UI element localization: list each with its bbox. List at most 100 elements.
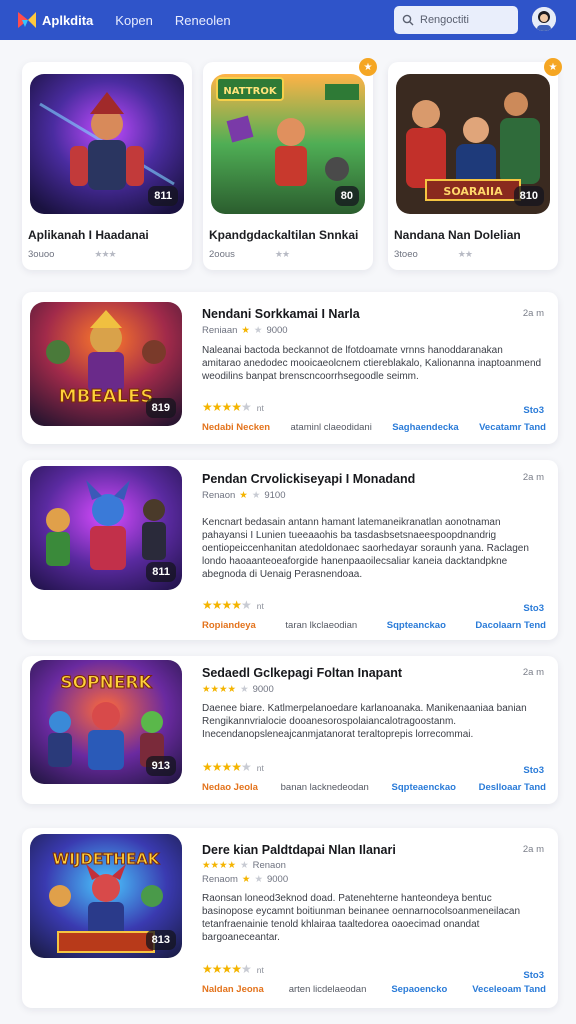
search-input[interactable]: Rengoctiti xyxy=(394,6,518,34)
game-title: Pendan Crvolickiseyapi I Monadand xyxy=(202,472,416,486)
time-ago: 2a m xyxy=(522,308,544,319)
card-meta: 2oous xyxy=(209,249,235,260)
tag-link[interactable]: Sqpteanckao xyxy=(387,620,446,631)
search-placeholder: Rengoctiti xyxy=(420,14,469,26)
game-thumbnail: 811 xyxy=(30,466,182,590)
hot-badge-icon: ★ xyxy=(544,58,562,76)
time-ago: 2a m xyxy=(522,472,544,483)
user-avatar[interactable] xyxy=(532,7,556,31)
app-logo-icon[interactable] xyxy=(16,9,38,31)
art-title-text: SOARAIIA xyxy=(443,185,503,198)
card-title: Aplikanah I Haadanai xyxy=(28,228,149,242)
action-link[interactable]: Veceleoam Tand xyxy=(472,984,546,995)
game-list-item[interactable]: WIJDETHEAK 813 Dere kian Paldtdapai Nlan… xyxy=(22,828,558,1008)
meta-number: 9000 xyxy=(266,874,289,885)
star-icon: ★ xyxy=(239,490,248,501)
featured-card[interactable]: NATTROK 80 ★ Kpandgdackaltilan Snnkai 2o… xyxy=(203,58,377,270)
stat-value: Sto3 xyxy=(523,765,544,776)
card-title: Kpandgdackaltilan Snnkai xyxy=(209,228,359,242)
star-icon: ★ xyxy=(254,874,263,885)
category-text: ataminl claeodidani xyxy=(290,422,372,433)
meta-label: Renaon xyxy=(252,860,286,871)
action-link[interactable]: Dacolaarn Tend xyxy=(475,620,546,631)
category-text: banan lacknedeodan xyxy=(280,782,369,793)
game-description: Raonsan loneod3eknod doad. Patenehterne … xyxy=(202,893,521,943)
nav-link-reneolen[interactable]: Reneolen xyxy=(175,13,231,28)
category-text: taran lkclaeodian xyxy=(285,620,358,631)
rating-badge: 813 xyxy=(145,930,176,950)
game-thumbnail: NATTROK 80 xyxy=(211,74,365,214)
stat-value: Sto3 xyxy=(523,603,544,614)
developer-link[interactable]: Nedabi Necken xyxy=(202,422,270,433)
game-description: Daenee biare. Katlmerpelanoedare karlano… xyxy=(202,703,527,740)
star-icon: ★★★★ xyxy=(202,684,237,695)
star-icon: ★ xyxy=(253,325,263,336)
featured-card[interactable]: 811 Aplikanah I Haadanai 3ouoo ★★★ xyxy=(22,62,192,270)
art-title-text: MBEALES xyxy=(59,386,154,407)
action-link[interactable]: Deslloaar Tand xyxy=(479,782,546,793)
rating-stars: ★★★★★ nt xyxy=(202,962,264,976)
category-text: arten licdelaeodan xyxy=(288,984,367,995)
rating-stars-icon: ★★ xyxy=(457,249,473,259)
tag-link[interactable]: Sqpteaenckao xyxy=(392,782,456,793)
game-thumbnail: SOPNERK 913 xyxy=(30,660,182,784)
game-list-item[interactable]: SOPNERK 913 Sedaedl Gclkepagi Foltan Ina… xyxy=(22,656,558,804)
developer-link[interactable]: Ropiandeya xyxy=(202,620,256,631)
game-description: Kencnart bedasain antann hamant latemane… xyxy=(202,517,529,580)
star-icon: ★★★★ xyxy=(202,860,237,871)
developer-link[interactable]: Naldan Jeona xyxy=(202,984,264,995)
game-list-item[interactable]: 811 Pendan Crvolickiseyapi I Monadand 2a… xyxy=(22,460,558,640)
game-description: Naleanai bactoda beckannot de lfotdoamat… xyxy=(202,345,542,382)
card-meta: 3ouoo xyxy=(28,249,55,260)
search-icon xyxy=(402,14,414,26)
game-title: Sedaedl Gclkepagi Foltan Inapant xyxy=(202,666,403,680)
game-title: Nendani Sorkkamai I Narla xyxy=(202,307,360,321)
stat-value: Sto3 xyxy=(523,405,544,416)
action-link[interactable]: Vecatamr Tand xyxy=(479,422,546,433)
rating-stars-icon: ★★★ xyxy=(94,249,116,259)
meta-number: 9100 xyxy=(264,490,286,501)
star-icon: ★ xyxy=(251,490,261,501)
rating-stars: ★★★★★ nt xyxy=(202,598,264,612)
tag-link[interactable]: Sepaoencko xyxy=(391,984,447,995)
developer-link[interactable]: Nedao Jeola xyxy=(202,782,258,793)
rating-badge: 80 xyxy=(334,186,359,206)
nav-link-kopen[interactable]: Kopen xyxy=(115,13,153,28)
game-list-item[interactable]: MBEALES 819 Nendani Sorkkamai I Narla 2a… xyxy=(22,292,558,444)
star-icon: ★ xyxy=(241,325,250,336)
app-brand-name[interactable]: Aplkdita xyxy=(42,13,93,28)
rating-badge: 819 xyxy=(145,398,176,418)
star-icon: ★ xyxy=(240,684,249,695)
tag-link[interactable]: Saghaendecka xyxy=(392,422,459,433)
game-thumbnail: SOARAIIA 810 xyxy=(396,74,550,214)
time-ago: 2a m xyxy=(522,667,544,678)
meta-extra: Renaom xyxy=(202,874,238,885)
game-thumbnail: 811 xyxy=(30,74,184,214)
star-icon: ★ xyxy=(241,874,251,885)
art-title-text: SOPNERK xyxy=(60,673,152,693)
rating-stars: ★★★★★ nt xyxy=(202,760,264,774)
art-title-text: WIJDETHEAK xyxy=(53,850,161,868)
rating-stars-icon: ★★ xyxy=(274,249,290,259)
hot-badge-icon: ★ xyxy=(359,58,377,76)
featured-card[interactable]: SOARAIIA 810 ★ Nandana Nan Dolelian 3toe… xyxy=(388,58,562,270)
game-title: Dere kian Paldtdapai Nlan Ilanari xyxy=(202,843,396,857)
card-meta: 3toeo xyxy=(394,249,418,260)
rating-badge: 913 xyxy=(145,756,176,776)
meta-label: Reniaan xyxy=(202,325,238,336)
meta-label: Renaon xyxy=(202,490,236,501)
art-title-text: NATTROK xyxy=(223,86,277,97)
game-thumbnail: MBEALES 819 xyxy=(30,302,182,426)
rating-badge: 811 xyxy=(146,562,176,582)
stat-value: Sto3 xyxy=(523,970,544,981)
top-nav-bar: Aplkdita Kopen Reneolen Rengoctiti xyxy=(0,0,576,40)
rating-badge: 810 xyxy=(513,186,544,206)
card-title: Nandana Nan Dolelian xyxy=(394,228,521,242)
time-ago: 2a m xyxy=(522,844,544,855)
game-thumbnail: WIJDETHEAK 813 xyxy=(30,834,182,958)
meta-number: 9000 xyxy=(266,325,288,336)
meta-number: 9000 xyxy=(252,684,274,695)
rating-stars: ★★★★★ nt xyxy=(202,400,264,414)
rating-badge: 811 xyxy=(148,186,178,206)
star-icon: ★ xyxy=(240,860,249,871)
